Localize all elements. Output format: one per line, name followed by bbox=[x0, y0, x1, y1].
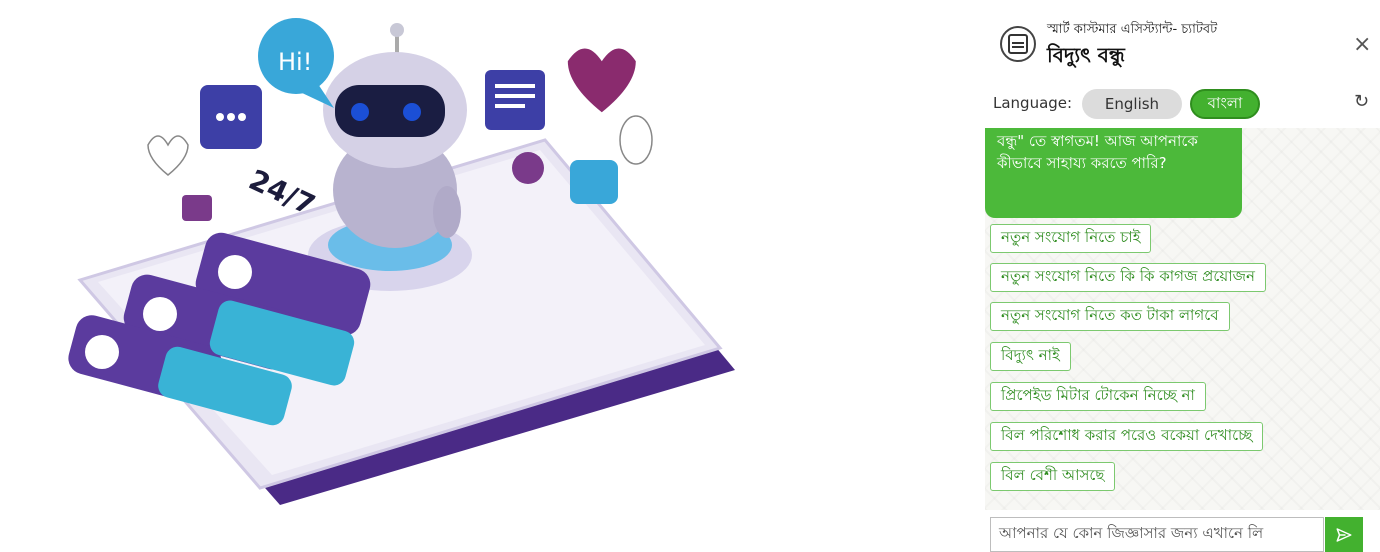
badge-247: 24/7 bbox=[244, 163, 320, 222]
dots-chat-icon bbox=[200, 85, 262, 149]
bot-welcome-message: বন্ধু" তে স্বাগতম! আজ আপনাকে কীভাবে সাহা… bbox=[985, 128, 1242, 218]
chatbot-subtitle: স্মার্ট কাস্টমার এসিস্ট্যান্ট- চ্যাটবট bbox=[1047, 22, 1218, 37]
language-bangla-button[interactable]: বাংলা bbox=[1190, 89, 1260, 119]
quick-reply-prepaid-token[interactable]: প্রিপেইড মিটার টোকেন নিচ্ছে না bbox=[990, 382, 1206, 411]
chatbot-title: বিদ্যুৎ বন্ধু bbox=[1047, 43, 1125, 67]
quick-reply-high-bill[interactable]: বিল বেশী আসছে bbox=[990, 462, 1116, 491]
robot-eye-right bbox=[403, 103, 421, 121]
language-label: Language: bbox=[993, 94, 1073, 112]
close-icon[interactable]: × bbox=[1353, 32, 1371, 57]
quick-reply-no-power[interactable]: বিদ্যুৎ নাই bbox=[990, 342, 1071, 371]
thumbs-up-icon bbox=[182, 195, 212, 221]
send-icon bbox=[1336, 527, 1352, 542]
text-doc-icon bbox=[485, 70, 545, 130]
language-english-button[interactable]: English bbox=[1082, 89, 1182, 119]
speech-outline-icon bbox=[619, 115, 653, 165]
chatbot-illustration: Hi! 24/7 bbox=[0, 0, 960, 552]
message-bubble-icon bbox=[570, 160, 618, 204]
quick-reply-new-connection[interactable]: নতুন সংযোগ নিতে চাই bbox=[990, 224, 1152, 253]
hi-speech-bubble: Hi! bbox=[258, 18, 334, 108]
brand-logo bbox=[1000, 26, 1036, 62]
smiley-icon bbox=[512, 152, 544, 184]
robot-eye-left bbox=[351, 103, 369, 121]
hi-text: Hi! bbox=[278, 48, 312, 76]
message-input[interactable]: আপনার যে কোন জিজ্ঞাসার জন্য এখানে লি bbox=[990, 517, 1324, 552]
chatbot-panel: স্মার্ট কাস্টমার এসিস্ট্যান্ট- চ্যাটবট ব… bbox=[985, 0, 1380, 552]
heart-icon bbox=[567, 48, 636, 113]
refresh-icon[interactable]: ↻ bbox=[1354, 91, 1369, 112]
quick-reply-bill-due[interactable]: বিল পরিশোধ করার পরেও বকেয়া দেখাচ্ছে bbox=[990, 422, 1264, 451]
quick-reply-cost[interactable]: নতুন সংযোগ নিতে কত টাকা লাগবে bbox=[990, 302, 1230, 331]
send-button[interactable] bbox=[1325, 517, 1363, 552]
heart-outline-icon bbox=[147, 135, 189, 176]
chat-messages[interactable]: বন্ধু" তে স্বাগতম! আজ আপনাকে কীভাবে সাহা… bbox=[985, 128, 1380, 510]
quick-reply-documents[interactable]: নতুন সংযোগ নিতে কি কি কাগজ প্রয়োজন bbox=[990, 263, 1266, 292]
robot-antenna-tip bbox=[390, 23, 404, 37]
robot-arm bbox=[433, 186, 461, 238]
phone-robot-scene: Hi! 24/7 bbox=[68, 18, 735, 505]
